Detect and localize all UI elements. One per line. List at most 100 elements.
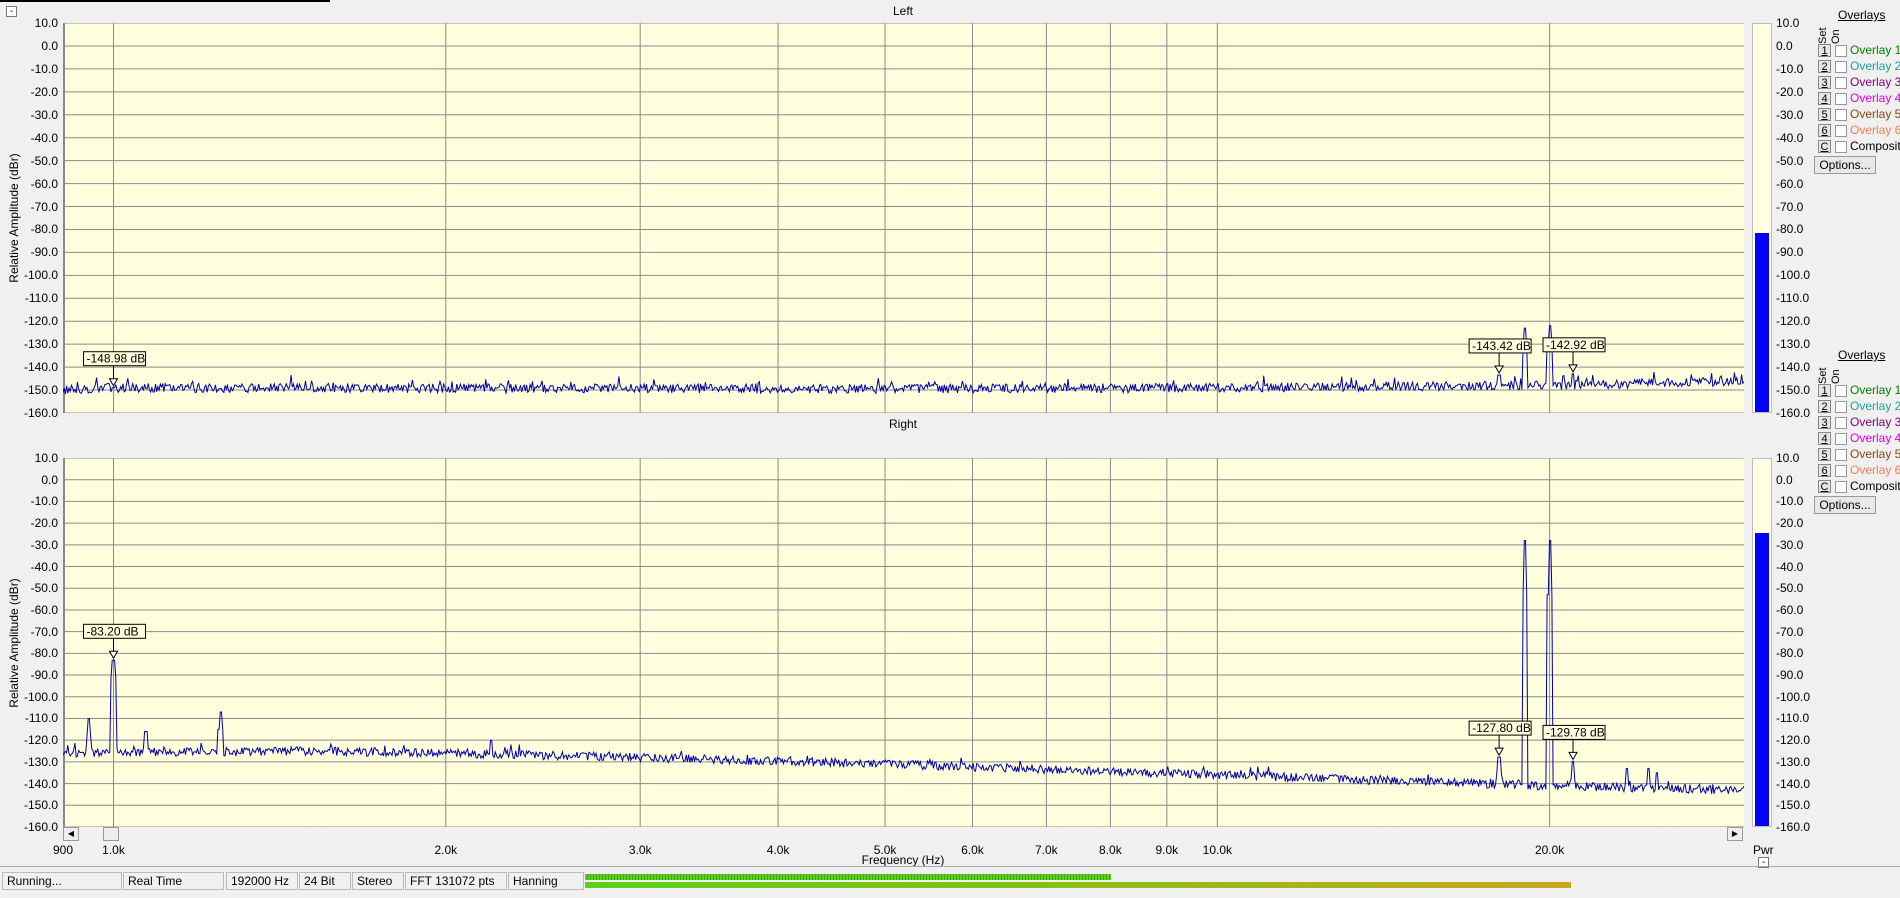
marker-arrow-icon bbox=[1568, 751, 1578, 761]
options-button[interactable]: Options... bbox=[1814, 156, 1876, 174]
y-tick-label: -120.0 bbox=[23, 314, 58, 329]
y-tick-label: 0.0 bbox=[41, 38, 58, 53]
x-tick-label: 3.0k bbox=[628, 843, 652, 857]
meter-scale-label: -90.0 bbox=[1776, 245, 1804, 260]
meter-scale-label: -30.0 bbox=[1776, 107, 1804, 122]
overlay-checkbox[interactable] bbox=[1835, 465, 1847, 477]
y-tick-label: -20.0 bbox=[30, 84, 58, 99]
y-tick-label: -30.0 bbox=[30, 107, 58, 122]
scroll-left-button[interactable]: ◀ bbox=[63, 827, 79, 841]
meter-scale-label: -150.0 bbox=[1776, 383, 1811, 398]
meter-scale-label: -160.0 bbox=[1776, 406, 1811, 420]
overlay-checkbox[interactable] bbox=[1835, 385, 1847, 397]
overlay-set-button[interactable]: 5 bbox=[1818, 448, 1831, 461]
spectrum-trace bbox=[63, 325, 1744, 395]
status-channels: Stereo bbox=[352, 872, 404, 890]
overlay-checkbox[interactable] bbox=[1835, 401, 1847, 413]
overlay-set-button[interactable]: 3 bbox=[1818, 76, 1831, 89]
y-tick-label: -100.0 bbox=[23, 689, 58, 704]
overlay-label: Overlay 3 bbox=[1850, 416, 1900, 429]
overlay-label: Overlay 4 bbox=[1850, 92, 1900, 105]
options-button[interactable]: Options... bbox=[1814, 496, 1876, 514]
y-tick-label: -90.0 bbox=[30, 668, 58, 683]
set-column-label: Set bbox=[1817, 27, 1829, 44]
panel-title: Right bbox=[888, 417, 917, 431]
y-tick-label: -100.0 bbox=[23, 268, 58, 283]
input-level-bar-right bbox=[585, 882, 1571, 888]
overlay-set-button[interactable]: 6 bbox=[1818, 464, 1831, 477]
overlay-set-button[interactable]: 4 bbox=[1818, 92, 1831, 105]
spectrum-plot[interactable]: -83.20 dB -127.80 dB -129.78 dB bbox=[63, 458, 1744, 827]
y-tick-label: -110.0 bbox=[24, 291, 58, 306]
meter-scale-label: -110.0 bbox=[1776, 711, 1810, 726]
collapse-button[interactable]: - bbox=[6, 6, 17, 17]
power-meter bbox=[1752, 458, 1772, 827]
y-tick-label: -80.0 bbox=[30, 646, 58, 661]
peak-marker[interactable]: -148.98 dB bbox=[83, 351, 147, 387]
y-tick-label: -80.0 bbox=[30, 222, 58, 237]
y-tick-label: -110.0 bbox=[24, 711, 58, 726]
status-mode: Real Time bbox=[123, 872, 224, 890]
marker-arrow-icon bbox=[1568, 364, 1578, 373]
meter-scale-label: 10.0 bbox=[1776, 16, 1800, 30]
overlay-checkbox[interactable] bbox=[1835, 449, 1847, 461]
spectrum-plot[interactable]: -148.98 dB -143.42 dB -142.92 dB bbox=[63, 23, 1744, 413]
overlay-set-button[interactable]: C bbox=[1818, 480, 1831, 493]
scroll-right-button[interactable]: ▶ bbox=[1727, 827, 1743, 841]
overlays-title: Overlays bbox=[1838, 348, 1886, 362]
overlay-set-button[interactable]: 1 bbox=[1818, 44, 1831, 57]
overlay-set-button[interactable]: 5 bbox=[1818, 108, 1831, 121]
y-tick-label: -40.0 bbox=[30, 559, 58, 574]
overlay-set-button[interactable]: 2 bbox=[1818, 60, 1831, 73]
overlay-checkbox[interactable] bbox=[1835, 109, 1847, 121]
overlay-checkbox[interactable] bbox=[1835, 417, 1847, 429]
x-tick-label: 6.0k bbox=[961, 843, 984, 857]
overlay-label: Overlay 5 bbox=[1850, 448, 1900, 461]
meter-scale-label: -100.0 bbox=[1776, 689, 1811, 704]
on-column-label: On bbox=[1830, 369, 1842, 384]
overlay-checkbox[interactable] bbox=[1835, 433, 1847, 445]
y-tick-label: -150.0 bbox=[23, 383, 58, 398]
overlay-set-button[interactable]: 3 bbox=[1818, 416, 1831, 429]
meter-label: Pwr bbox=[1753, 843, 1774, 857]
marker-label: -143.42 dB bbox=[1472, 339, 1531, 353]
overlay-set-button[interactable]: C bbox=[1818, 140, 1831, 153]
peak-marker[interactable]: -143.42 dB bbox=[1468, 338, 1532, 374]
overlay-set-button[interactable]: 6 bbox=[1818, 124, 1831, 137]
y-tick-label: -120.0 bbox=[23, 733, 58, 748]
y-tick-label: 10.0 bbox=[34, 16, 58, 30]
y-tick-label: -70.0 bbox=[30, 199, 58, 214]
overlay-checkbox[interactable] bbox=[1835, 141, 1847, 153]
overlay-label: Overlay 6 bbox=[1850, 464, 1900, 477]
overlay-checkbox[interactable] bbox=[1835, 125, 1847, 137]
meter-scale-label: -10.0 bbox=[1776, 61, 1804, 76]
overlay-checkbox[interactable] bbox=[1835, 93, 1847, 105]
meter-scale-label: -20.0 bbox=[1776, 84, 1804, 99]
x-tick-label: 900 bbox=[52, 843, 74, 857]
peak-marker[interactable]: -129.78 dB bbox=[1542, 724, 1606, 761]
frequency-scrollbar[interactable]: ◀ ▶ bbox=[63, 827, 1744, 842]
meter-scale-label: 0.0 bbox=[1776, 472, 1793, 487]
overlay-checkbox[interactable] bbox=[1835, 77, 1847, 89]
y-tick-label: -10.0 bbox=[30, 494, 58, 509]
power-meter-fill bbox=[1755, 532, 1769, 826]
overlay-set-button[interactable]: 1 bbox=[1818, 384, 1831, 397]
scroll-thumb[interactable] bbox=[103, 827, 119, 841]
marker-label: -127.80 dB bbox=[1472, 721, 1531, 735]
overlay-set-button[interactable]: 4 bbox=[1818, 432, 1831, 445]
y-tick-label: -140.0 bbox=[23, 360, 58, 375]
overlay-checkbox[interactable] bbox=[1835, 45, 1847, 57]
status-divider bbox=[0, 866, 1900, 867]
overlay-set-button[interactable]: 2 bbox=[1818, 400, 1831, 413]
y-tick-label: -60.0 bbox=[30, 176, 58, 191]
overlay-checkbox[interactable] bbox=[1835, 61, 1847, 73]
overlay-label: Composite bbox=[1850, 480, 1900, 493]
input-level-meter bbox=[585, 873, 1705, 889]
spectrum-trace bbox=[63, 540, 1744, 795]
set-column-label: Set bbox=[1817, 367, 1829, 384]
overlay-checkbox[interactable] bbox=[1835, 481, 1847, 493]
x-tick-label: 9.0k bbox=[1155, 843, 1179, 857]
meter-scale-label: -60.0 bbox=[1776, 602, 1804, 617]
x-tick-label: 2.0k bbox=[434, 843, 458, 857]
meter-scale-label: 10.0 bbox=[1776, 451, 1800, 465]
